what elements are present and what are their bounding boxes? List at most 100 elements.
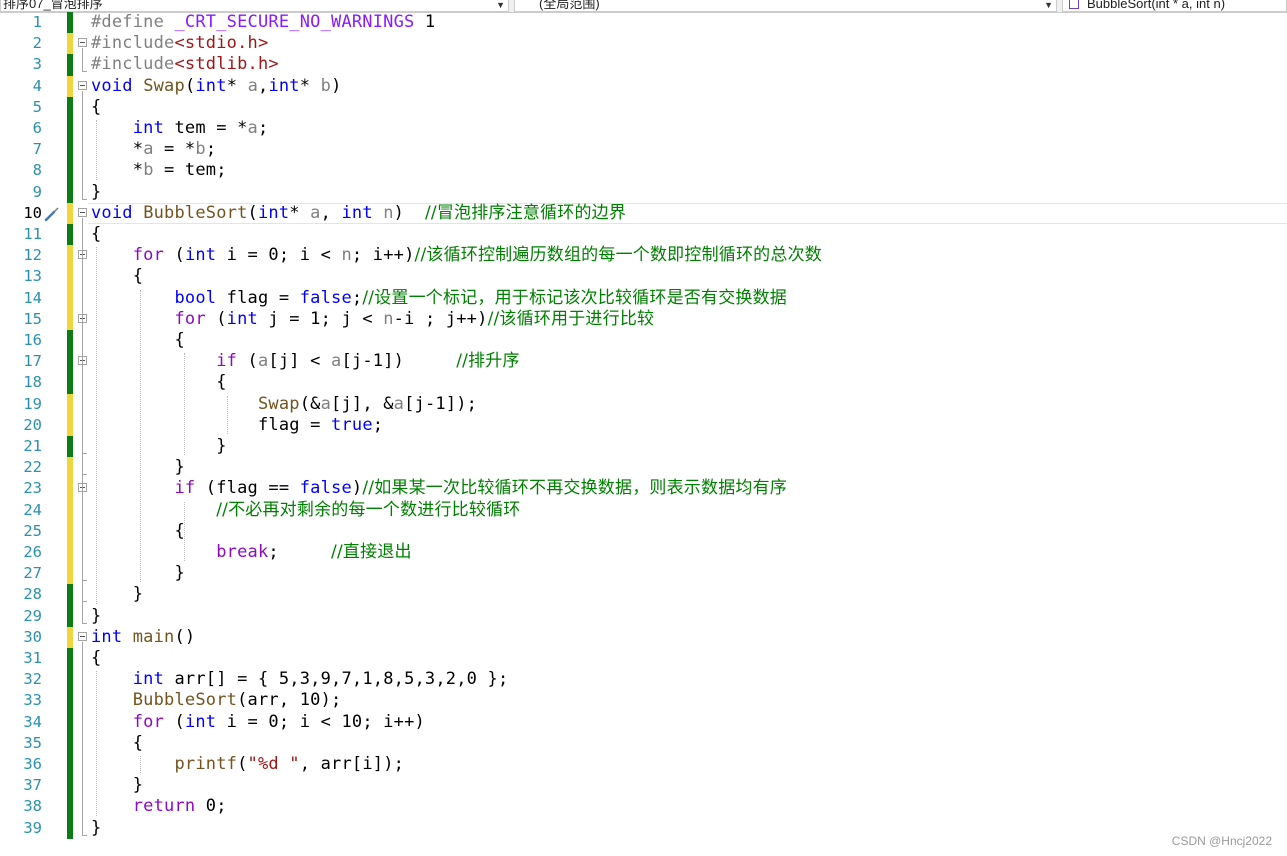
code-line[interactable]: 39} bbox=[0, 817, 1287, 839]
change-marker bbox=[67, 542, 73, 564]
code-line[interactable]: 35 { bbox=[0, 732, 1287, 754]
code-text: if (a[j] < a[j-1]) //排升序 bbox=[216, 351, 520, 372]
code-line[interactable]: 3 #include<stdlib.h> bbox=[0, 54, 1287, 76]
change-marker bbox=[67, 330, 73, 352]
code-line[interactable]: 32 int arr[] = { 5,3,9,7,1,8,5,3,2,0 }; bbox=[0, 669, 1287, 691]
code-text: { bbox=[91, 266, 144, 287]
code-line[interactable]: 10 void BubbleSort(int* a, int n) //冒泡排序注… bbox=[0, 202, 1287, 225]
code-text: *a = *b; bbox=[91, 139, 217, 160]
indent-guide bbox=[139, 289, 141, 583]
change-marker bbox=[67, 54, 73, 76]
indent-guide bbox=[139, 756, 141, 774]
code-line[interactable]: 4 void Swap(int* a,int* b) bbox=[0, 75, 1287, 97]
screwdriver-icon[interactable] bbox=[43, 206, 61, 222]
project-dropdown[interactable]: 排序07_冒泡排序 ▼ bbox=[0, 0, 509, 12]
line-number: 9 bbox=[32, 182, 42, 201]
code-text: } bbox=[91, 563, 185, 584]
indent-guide bbox=[96, 671, 97, 816]
scope-dropdown[interactable]: (全局范围) ▼ bbox=[514, 0, 1057, 12]
line-number: 4 bbox=[32, 76, 42, 95]
collapse-icon[interactable] bbox=[78, 38, 87, 48]
change-marker bbox=[67, 436, 73, 458]
line-number: 33 bbox=[23, 691, 42, 710]
code-text: int tem = *a; bbox=[132, 118, 269, 138]
code-line[interactable]: 30 int main() bbox=[0, 626, 1287, 648]
code-line[interactable]: 23 if (flag == false)//如果某一次比较循环不再交换数据，则… bbox=[0, 478, 1287, 500]
change-marker bbox=[67, 775, 73, 797]
line-number: 19 bbox=[23, 394, 42, 413]
change-marker bbox=[67, 181, 73, 203]
collapse-icon[interactable] bbox=[78, 631, 87, 641]
change-marker bbox=[67, 520, 73, 542]
fold-end bbox=[82, 834, 87, 836]
code-line[interactable]: 1 #define _CRT_SECURE_NO_WARNINGS 1 bbox=[0, 12, 1287, 34]
code-text: } bbox=[91, 817, 102, 838]
code-text: #include<stdlib.h> bbox=[91, 54, 279, 75]
code-line[interactable]: 14 bool flag = false;//设置一个标记，用于标记该次比较循环… bbox=[0, 287, 1287, 309]
code-line[interactable]: 15 for (int j = 1; j < n-i ; j++)//该循环用于… bbox=[0, 308, 1287, 330]
change-marker bbox=[67, 308, 73, 330]
code-line[interactable]: 27 } bbox=[0, 563, 1287, 585]
code-line[interactable]: 24 //不必再对剩余的每一个数进行比较循环 bbox=[0, 499, 1287, 521]
line-number: 30 bbox=[23, 627, 42, 646]
code-line[interactable]: 6 int tem = *a; bbox=[0, 118, 1287, 140]
line-number: 32 bbox=[23, 670, 42, 689]
line-number: 16 bbox=[23, 331, 42, 349]
code-line[interactable]: 16 { bbox=[0, 330, 1287, 352]
collapse-icon[interactable] bbox=[78, 207, 87, 217]
code-text: #define _CRT_SECURE_NO_WARNINGS 1 bbox=[91, 12, 436, 32]
change-marker bbox=[67, 626, 73, 648]
code-line[interactable]: 9} bbox=[0, 181, 1287, 203]
code-text: int arr[] = { 5,3,9,7,1,8,5,3,2,0 }; bbox=[132, 669, 509, 690]
code-line[interactable]: 17 if (a[j] < a[j-1]) //排升序 bbox=[0, 351, 1287, 373]
line-number: 23 bbox=[23, 479, 42, 498]
code-line[interactable]: 8 *b = tem; bbox=[0, 160, 1287, 182]
code-line[interactable]: 38 return 0; bbox=[0, 796, 1287, 818]
code-line[interactable]: 33 BubbleSort(arr, 10); bbox=[0, 690, 1287, 712]
code-line[interactable]: 22 } bbox=[0, 457, 1287, 479]
code-line[interactable]: 20 flag = true; bbox=[0, 414, 1287, 436]
code-line[interactable]: 29} bbox=[0, 605, 1287, 627]
change-marker bbox=[67, 499, 73, 521]
fold-line bbox=[82, 90, 83, 199]
line-number: 8 bbox=[32, 161, 42, 180]
line-number: 12 bbox=[23, 246, 42, 265]
indent-guide bbox=[96, 120, 97, 180]
code-line[interactable]: 36 printf("%d ", arr[i]); bbox=[0, 754, 1287, 776]
code-text: } bbox=[91, 457, 185, 478]
code-line[interactable]: 2 #include<stdio.h> bbox=[0, 33, 1287, 55]
code-line[interactable]: 11 { bbox=[0, 224, 1287, 246]
function-dropdown[interactable]: BubbleSort(int * a, int n) bbox=[1062, 0, 1287, 12]
code-line[interactable]: 5{ bbox=[0, 96, 1287, 118]
code-line[interactable]: 31 { bbox=[0, 648, 1287, 670]
line-number: 1 bbox=[32, 13, 42, 31]
code-line[interactable]: 18 { bbox=[0, 372, 1287, 394]
chevron-down-icon: ▼ bbox=[496, 0, 505, 10]
code-text: { bbox=[91, 648, 102, 668]
change-marker bbox=[67, 266, 73, 288]
code-editor[interactable]: 1 #define _CRT_SECURE_NO_WARNINGS 1 2 #incl… bbox=[0, 12, 1287, 856]
code-line[interactable]: 13 { bbox=[0, 266, 1287, 288]
code-line[interactable]: 26 break; //直接退出 bbox=[0, 542, 1287, 564]
code-line[interactable]: 37 } bbox=[0, 775, 1287, 797]
change-marker bbox=[67, 351, 73, 373]
code-line[interactable]: 19 Swap(&a[j], &a[j-1]); bbox=[0, 393, 1287, 415]
code-line[interactable]: 12 for (int i = 0; i < n; i++)//该循环控制遍历数… bbox=[0, 245, 1287, 267]
change-marker bbox=[67, 96, 73, 118]
code-line[interactable]: 34 for (int i = 0; i < 10; i++) bbox=[0, 711, 1287, 733]
fold-end bbox=[82, 198, 87, 200]
change-marker bbox=[67, 754, 73, 776]
code-line[interactable]: 7 *a = *b; bbox=[0, 139, 1287, 161]
code-text: for (int j = 1; j < n-i ; j++)//该循环用于进行比… bbox=[174, 308, 655, 329]
code-line[interactable]: 21 } bbox=[0, 436, 1287, 458]
code-line[interactable]: 25 { bbox=[0, 520, 1287, 542]
code-line[interactable]: 28 } bbox=[0, 584, 1287, 606]
line-number: 34 bbox=[23, 712, 42, 731]
line-number: 10 bbox=[23, 203, 42, 222]
change-marker bbox=[67, 563, 73, 585]
change-marker bbox=[67, 648, 73, 670]
change-marker bbox=[67, 817, 73, 839]
code-text: bool flag = false;//设置一个标记，用于标记该次比较循环是否有… bbox=[174, 287, 787, 308]
collapse-icon[interactable] bbox=[78, 80, 87, 90]
fold-end bbox=[82, 580, 87, 582]
